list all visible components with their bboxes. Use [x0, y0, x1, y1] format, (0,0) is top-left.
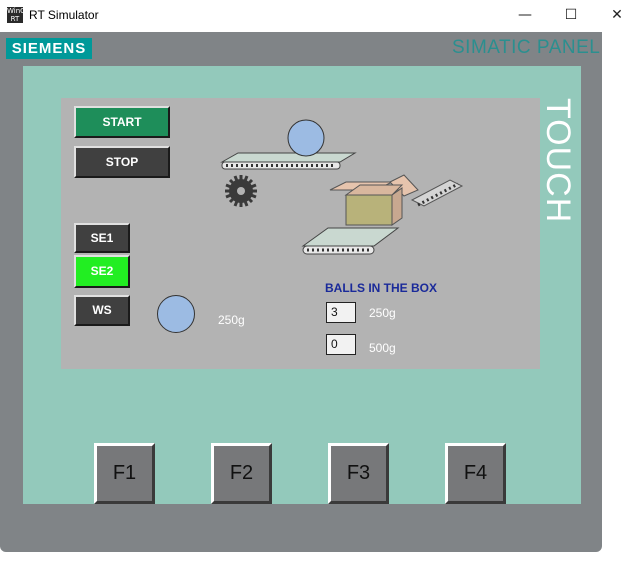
lower-conveyor-icon	[301, 227, 400, 255]
ball-icon	[287, 119, 325, 157]
start-button[interactable]: START	[74, 106, 170, 138]
f1-key[interactable]: F1	[94, 443, 155, 504]
se1-button[interactable]: SE1	[74, 223, 130, 253]
f2-key[interactable]: F2	[211, 443, 272, 504]
scale-ball-icon	[157, 295, 195, 333]
f3-key[interactable]: F3	[328, 443, 389, 504]
box-icon	[329, 174, 419, 226]
upper-conveyor-icon	[220, 152, 357, 170]
count-250g-field: 3	[326, 302, 356, 323]
stop-button[interactable]: STOP	[74, 146, 170, 178]
scale-weight-label: 250g	[218, 313, 245, 327]
se2-button[interactable]: SE2	[74, 255, 130, 288]
incline-conveyor-icon	[410, 179, 464, 207]
f4-key[interactable]: F4	[445, 443, 506, 504]
balls-in-box-title: BALLS IN THE BOX	[325, 281, 438, 295]
count-250g-label: 250g	[369, 306, 396, 320]
gear-icon	[225, 175, 257, 207]
count-500g-label: 500g	[369, 341, 396, 355]
count-500g-field: 0	[326, 334, 356, 355]
ws-button[interactable]: WS	[74, 295, 130, 326]
